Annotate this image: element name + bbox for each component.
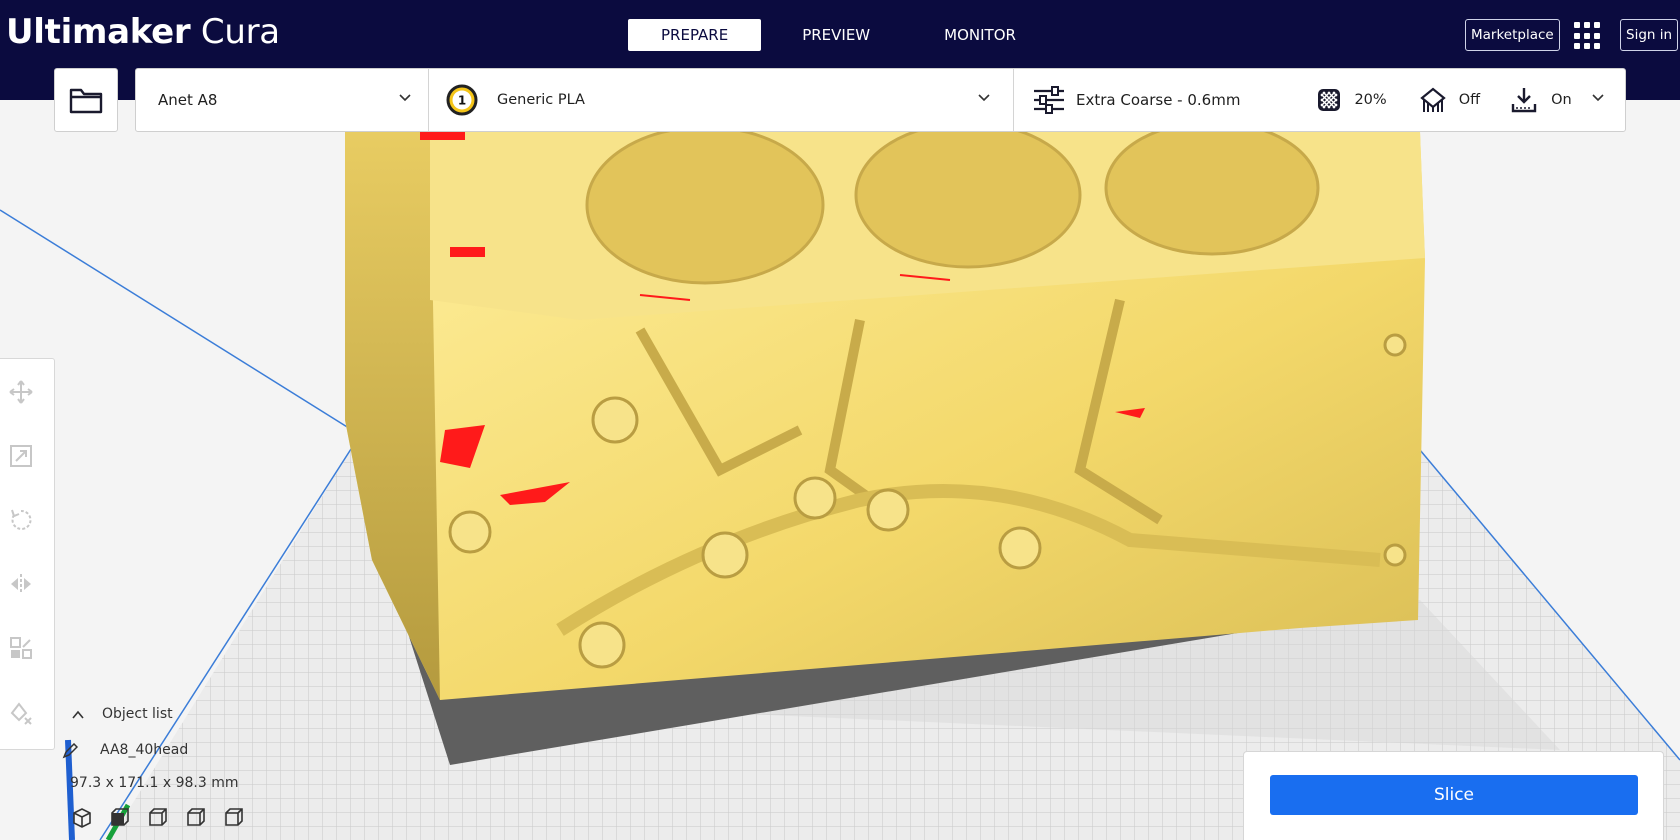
mirror-icon[interactable] xyxy=(8,571,34,597)
adhesion-value: On xyxy=(1551,92,1572,108)
adhesion-icon xyxy=(1511,88,1537,113)
action-panel: Slice xyxy=(1243,751,1664,840)
per-model-settings-icon[interactable] xyxy=(8,635,34,661)
extruder-icon: 1 xyxy=(446,84,478,116)
tab-prepare[interactable]: PREPARE xyxy=(628,19,762,51)
profile-label: Extra Coarse - 0.6mm xyxy=(1076,91,1241,109)
object-list-toggle[interactable]: Object list xyxy=(70,705,270,727)
infill-icon xyxy=(1318,89,1341,111)
support-value: Off xyxy=(1458,92,1481,108)
top-view-icon[interactable] xyxy=(146,805,170,829)
object-list-header: Object list xyxy=(102,706,173,722)
list-item[interactable]: AA8_40head xyxy=(60,741,300,763)
extruder-number: 1 xyxy=(458,94,466,108)
folder-icon xyxy=(69,88,103,114)
support-icon xyxy=(1419,87,1446,112)
open-file-button[interactable] xyxy=(54,68,118,132)
infill-value: 20% xyxy=(1354,92,1387,108)
slice-button[interactable]: Slice xyxy=(1270,775,1638,815)
chevron-down-icon xyxy=(399,94,411,102)
chevron-down-icon xyxy=(1592,94,1604,102)
brand-light: Cura xyxy=(200,12,280,52)
rotate-icon[interactable] xyxy=(8,507,34,533)
scale-icon[interactable] xyxy=(8,443,34,469)
tab-preview[interactable]: PREVIEW xyxy=(769,19,903,51)
print-settings-selector[interactable]: Extra Coarse - 0.6mm 20% Off On xyxy=(1014,69,1626,131)
app-logo: Ultimaker Cura xyxy=(6,12,280,52)
object-name: AA8_40head xyxy=(100,742,189,758)
marketplace-button[interactable]: Marketplace xyxy=(1465,19,1560,51)
3d-view-icon[interactable] xyxy=(70,805,94,829)
material-selector[interactable]: 1 Generic PLA xyxy=(429,69,1013,131)
object-dimensions: 97.3 x 171.1 x 98.3 mm xyxy=(70,775,239,791)
pencil-icon xyxy=(62,743,78,759)
material-name: Generic PLA xyxy=(497,92,585,108)
settings-sliders-icon xyxy=(1034,86,1064,114)
chevron-down-icon xyxy=(978,94,990,102)
right-view-icon[interactable] xyxy=(222,805,246,829)
tab-monitor[interactable]: MONITOR xyxy=(911,19,1049,51)
printer-selector[interactable]: Anet A8 xyxy=(136,69,428,131)
tool-panel xyxy=(0,358,55,750)
move-icon[interactable] xyxy=(8,379,34,405)
sign-in-button[interactable]: Sign in xyxy=(1620,19,1679,51)
3d-viewport[interactable]: Object list AA8_40head 97.3 x 171.1 x 98… xyxy=(0,100,1680,840)
print-setup-bar: Anet A8 1 Generic PLA Extra Coarse - 0.6… xyxy=(135,68,1626,132)
front-view-icon[interactable] xyxy=(108,805,132,829)
grid-icon[interactable] xyxy=(1574,22,1602,50)
brand-bold: Ultimaker xyxy=(6,12,191,52)
build-plate-scene xyxy=(0,100,1680,840)
left-view-icon[interactable] xyxy=(184,805,208,829)
chevron-up-icon xyxy=(72,710,84,719)
stage-tabs: PREPARE PREVIEW MONITOR xyxy=(628,19,1049,51)
support-blocker-icon[interactable] xyxy=(8,699,34,725)
view-orientation-buttons xyxy=(70,805,246,829)
printer-name: Anet A8 xyxy=(158,91,218,109)
